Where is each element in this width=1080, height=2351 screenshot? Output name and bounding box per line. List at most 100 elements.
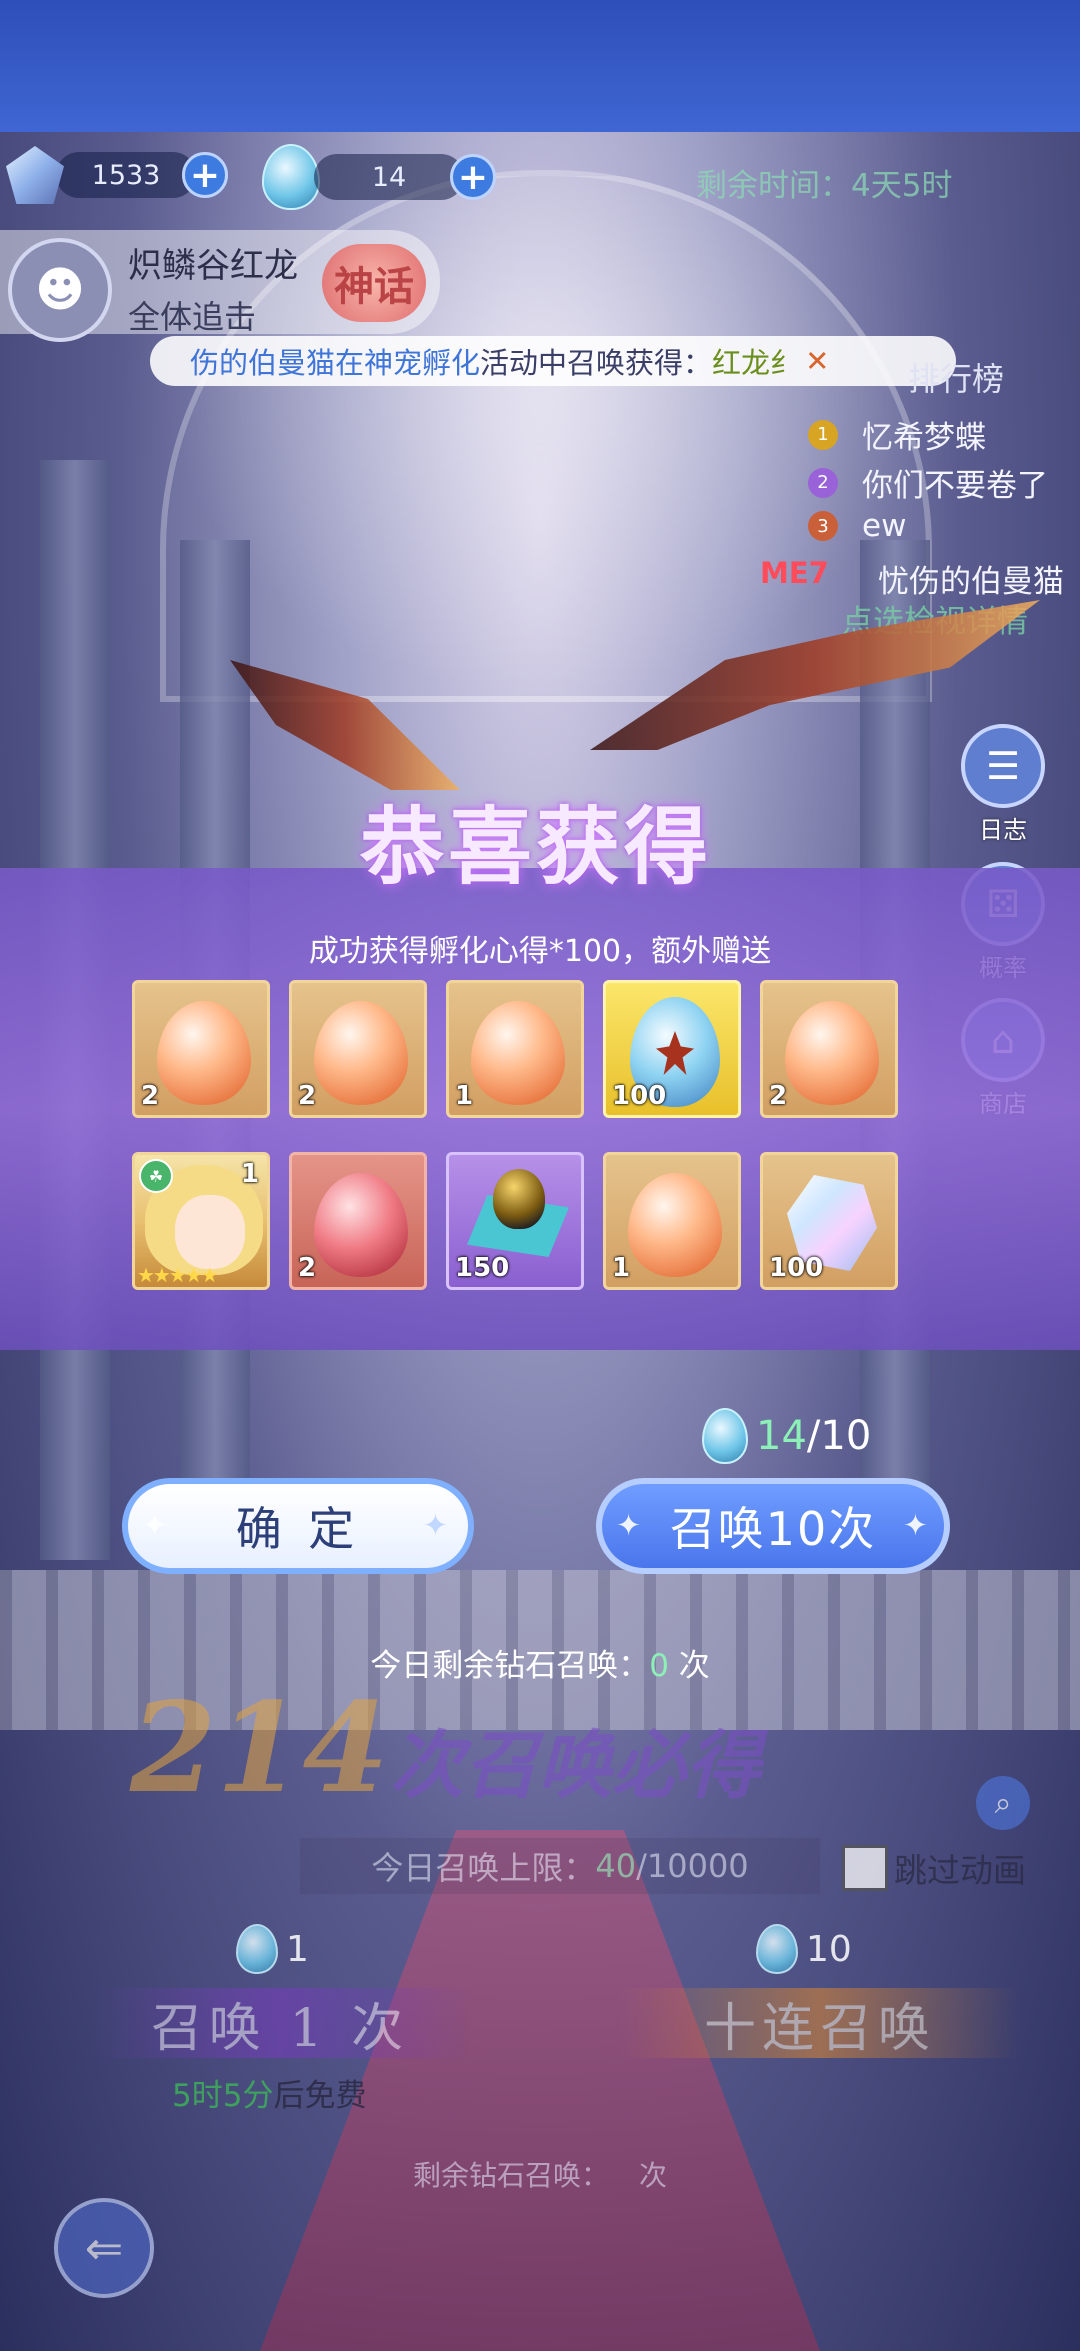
free-suffix: 后免费 <box>273 2078 367 2114</box>
cost-have: 14 <box>756 1413 807 1459</box>
rank-name: 忆希梦蝶 <box>862 420 986 456</box>
sparkle-icon: ✦ <box>142 1508 174 1544</box>
skip-checkbox[interactable] <box>842 1845 888 1891</box>
item-count: 2 <box>298 1081 317 1111</box>
item-count: 1 <box>612 1253 631 1283</box>
summon-ten-again-button[interactable]: ✦ 召唤10次 ✦ <box>596 1478 950 1574</box>
close-icon[interactable]: ✕ <box>805 344 829 378</box>
sparkle-icon: ✦ <box>902 1508 930 1544</box>
reward-item-orange-egg[interactable]: 1 <box>446 980 584 1118</box>
single-cost-value: 1 <box>286 1928 309 1970</box>
add-egg-button[interactable]: + <box>450 154 496 200</box>
reward-item-red-egg[interactable]: 2 <box>289 1152 427 1290</box>
sparkle-icon: ✦ <box>422 1508 454 1544</box>
orange-egg-icon <box>157 1001 251 1105</box>
remaining-diamond-summons: 剩余钻石召唤： 次 <box>0 2154 1080 2194</box>
ranking-title[interactable]: 排行榜 <box>908 354 1004 400</box>
star-rating-icon: ★★★★★ <box>137 1263 219 1287</box>
orange-egg-icon <box>628 1173 722 1277</box>
log-button[interactable]: ☰ 日志 <box>960 724 1046 845</box>
diamond-icon <box>6 146 64 204</box>
reward-item-crystal[interactable]: 100 <box>760 1152 898 1290</box>
pet-avatar[interactable]: ☻ <box>8 238 112 342</box>
rank-medal-icon: 2 <box>808 467 838 498</box>
daily-label: 今日剩余钻石召唤： <box>370 1648 650 1684</box>
daily-unit: 次 <box>678 1648 710 1684</box>
skip-animation-toggle[interactable]: 跳过动画 <box>842 1844 1026 1892</box>
summon-again-label: 召唤10次 <box>669 1502 877 1556</box>
item-count: 2 <box>141 1081 160 1111</box>
sparkle-icon: ✦ <box>616 1508 644 1544</box>
pity-text: 次召唤必得 <box>390 1723 760 1809</box>
summon-ten-button[interactable]: 十连召唤 <box>620 1988 1020 2059</box>
remaining-unit: 次 <box>639 2159 668 2192</box>
item-count: 2 <box>769 1081 788 1111</box>
rank-medal-icon: 3 <box>808 511 838 541</box>
reward-item-orange-egg[interactable]: 2 <box>289 980 427 1118</box>
rank-name: 你们不要卷了 <box>862 468 1048 504</box>
back-button[interactable]: ⇐ <box>54 2198 154 2298</box>
item-count: 2 <box>298 1253 317 1283</box>
item-count: 1 <box>240 1159 259 1189</box>
top-band <box>0 0 1080 132</box>
element-icon: ☘ <box>139 1159 173 1193</box>
timer-label: 剩余时间： <box>696 168 851 204</box>
rank-row: 3 ew <box>808 508 906 544</box>
pity-count: 214 <box>130 1676 389 1821</box>
add-diamond-button[interactable]: + <box>182 152 228 198</box>
timer-value: 4天5时 <box>851 168 953 204</box>
rarity-badge: 神话 <box>322 244 426 322</box>
pet-skill: 全体追击 <box>128 298 257 336</box>
limit-value: 40 <box>595 1847 637 1885</box>
marquee-event: 神宠孵化 <box>364 346 481 380</box>
reward-item-dragon-egg[interactable]: 100 <box>603 980 741 1118</box>
rank-name: ew <box>862 508 907 544</box>
reward-item-orange-egg[interactable]: 1 <box>603 1152 741 1290</box>
orange-egg-icon <box>314 1001 408 1105</box>
pet-name: 炽鳞谷红龙 <box>128 246 298 286</box>
rank-medal-icon: 1 <box>808 419 838 450</box>
item-count: 1 <box>455 1081 474 1111</box>
summon-once-button[interactable]: 召唤 1 次 <box>90 1988 470 2059</box>
cost-need: /10 <box>806 1413 872 1459</box>
confirm-button[interactable]: ✦ 确 定 ✦ <box>122 1478 474 1574</box>
orange-egg-icon <box>785 1001 879 1105</box>
reward-item-gold-material[interactable]: 150 <box>446 1152 584 1290</box>
popup-subtitle: 成功获得孵化心得*100，额外赠送 <box>308 934 772 969</box>
search-icon[interactable]: ⌕ <box>976 1776 1030 1830</box>
free-summon-timer: 5时5分后免费 <box>172 2070 366 2115</box>
confirm-label: 确 定 <box>235 1502 361 1556</box>
egg-currency: 14 + <box>262 144 496 210</box>
egg-icon <box>702 1408 748 1464</box>
limit-max: /10000 <box>636 1847 749 1885</box>
my-rank: ME7 <box>760 556 829 590</box>
egg-icon <box>262 144 320 210</box>
gold-drop-icon <box>493 1169 545 1229</box>
rank-row: 1 忆希梦蝶 <box>808 412 986 457</box>
item-count: 100 <box>612 1081 667 1111</box>
reward-item-character-card[interactable]: ☘ ★★★★★ 1 <box>132 1152 270 1290</box>
back-arrow-icon: ⇐ <box>84 2221 124 2275</box>
announcement-marquee: 伤的伯曼猫在 神宠孵化 活动中召唤获得： 红龙纟 ✕ <box>150 336 956 386</box>
summon-cost: 14/10 <box>702 1408 871 1464</box>
red-egg-icon <box>314 1173 408 1277</box>
daily-value: 0 <box>649 1648 669 1684</box>
orange-egg-icon <box>471 1001 565 1105</box>
ten-cost-value: 10 <box>806 1928 852 1970</box>
event-timer: 剩余时间：4天5时 <box>696 160 952 205</box>
rank-row: 2 你们不要卷了 <box>808 460 1048 505</box>
diamond-currency: 1533 + <box>6 146 228 204</box>
diamond-count: 1533 <box>56 152 196 198</box>
remaining-label: 剩余钻石召唤： <box>412 2159 609 2192</box>
marquee-player: 伤的伯曼猫在 <box>190 346 365 380</box>
reward-item-orange-egg[interactable]: 2 <box>132 980 270 1118</box>
my-name: 忧伤的伯曼猫 <box>878 564 1064 600</box>
ten-summon-cost: 10 <box>756 1924 852 1974</box>
daily-limit: 今日召唤上限： 40/10000 <box>300 1838 820 1894</box>
skip-label: 跳过动画 <box>894 1851 1026 1890</box>
me-label: ME <box>760 556 809 590</box>
egg-icon <box>236 1924 278 1974</box>
marquee-text: 活动中召唤获得： <box>480 346 713 380</box>
item-count: 100 <box>769 1253 824 1283</box>
reward-item-orange-egg[interactable]: 2 <box>760 980 898 1118</box>
